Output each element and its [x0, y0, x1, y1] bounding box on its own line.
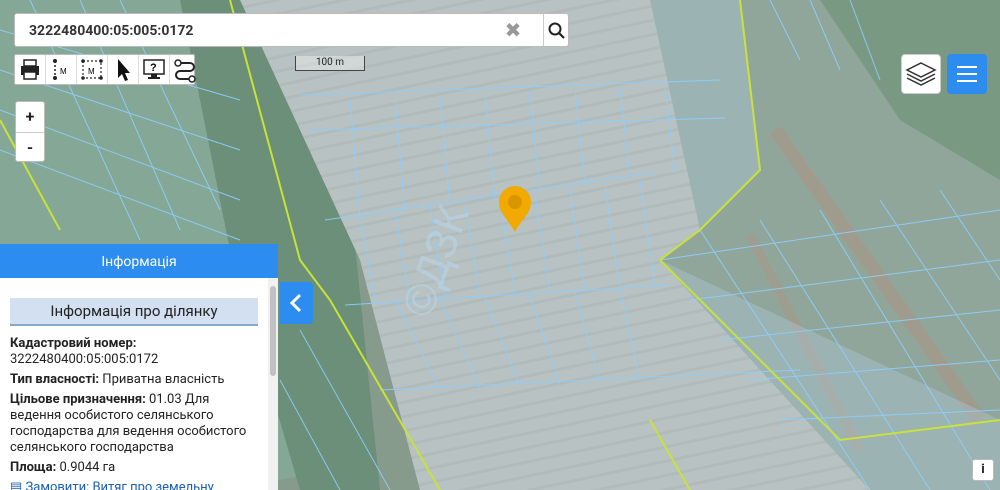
cadastral-value: 3222480400:05:005:0172: [10, 352, 159, 367]
menu-button[interactable]: [947, 54, 987, 94]
scale-bar: 100 m: [295, 56, 365, 71]
measure-area-button[interactable]: M: [77, 55, 108, 84]
print-button[interactable]: [15, 55, 46, 84]
cursor-arrow-icon: [118, 59, 130, 81]
panel-scrollbar-thumb[interactable]: [270, 286, 276, 376]
order-extract-link[interactable]: ▤ Замовити: Витяг про земельну: [10, 480, 262, 490]
zoom-in-button[interactable]: +: [16, 102, 44, 133]
route-icon: [174, 59, 196, 83]
svg-text:?: ?: [150, 62, 157, 74]
cadastral-row: Кадастровий номер: 3222480400:05:005:017…: [10, 336, 262, 368]
document-icon: ▤: [10, 480, 23, 490]
purpose-label: Цільове призначення:: [10, 392, 146, 407]
measure-distance-button[interactable]: M: [46, 55, 77, 84]
area-row: Площа: 0.9044 га: [10, 460, 262, 476]
map-toolbar: M M ?: [14, 54, 196, 85]
ownership-row: Тип власності: Приватна власність: [10, 372, 262, 388]
svg-text:M: M: [60, 67, 67, 76]
info-panel-header: Інформація: [0, 244, 278, 278]
hamburger-icon: [957, 66, 977, 82]
print-icon: [21, 59, 39, 80]
area-label: Площа:: [10, 460, 57, 475]
chevron-left-icon: [289, 293, 302, 313]
clear-icon[interactable]: ✖: [503, 19, 523, 41]
layers-icon: [905, 62, 937, 86]
ownership-label: Тип власності:: [10, 372, 100, 387]
order-extract-label: Замовити: Витяг про земельну: [25, 480, 214, 490]
info-panel-body: Інформація про ділянку Кадастровий номер…: [0, 278, 268, 490]
cadastral-label: Кадастровий номер:: [10, 336, 137, 351]
area-value: 0.9044 га: [59, 460, 116, 475]
ownership-value: Приватна власність: [102, 372, 225, 387]
search-bar: 3222480400:05:005:0172 ✖: [14, 13, 569, 47]
layers-button[interactable]: [901, 54, 941, 94]
collapse-panel-button[interactable]: [280, 282, 313, 324]
measure-area-icon: M: [81, 59, 103, 80]
help-monitor-icon: ?: [143, 59, 165, 79]
search-button[interactable]: [544, 14, 569, 46]
zoom-out-button[interactable]: -: [16, 133, 44, 163]
identify-button[interactable]: ?: [139, 55, 170, 84]
info-button[interactable]: i: [972, 459, 994, 481]
search-input[interactable]: 3222480400:05:005:0172: [29, 23, 193, 39]
purpose-row: Цільове призначення: 01.03 Для ведення о…: [10, 392, 262, 456]
info-panel: Інформація Інформація про ділянку Кадаст…: [0, 244, 278, 490]
parcel-info-title: Інформація про ділянку: [10, 298, 258, 326]
svg-text:M: M: [88, 67, 95, 76]
select-button[interactable]: [108, 55, 139, 84]
zoom-control: + -: [15, 101, 45, 162]
route-button[interactable]: [170, 55, 200, 84]
measure-line-icon: M: [53, 59, 67, 80]
search-icon: [548, 22, 565, 39]
